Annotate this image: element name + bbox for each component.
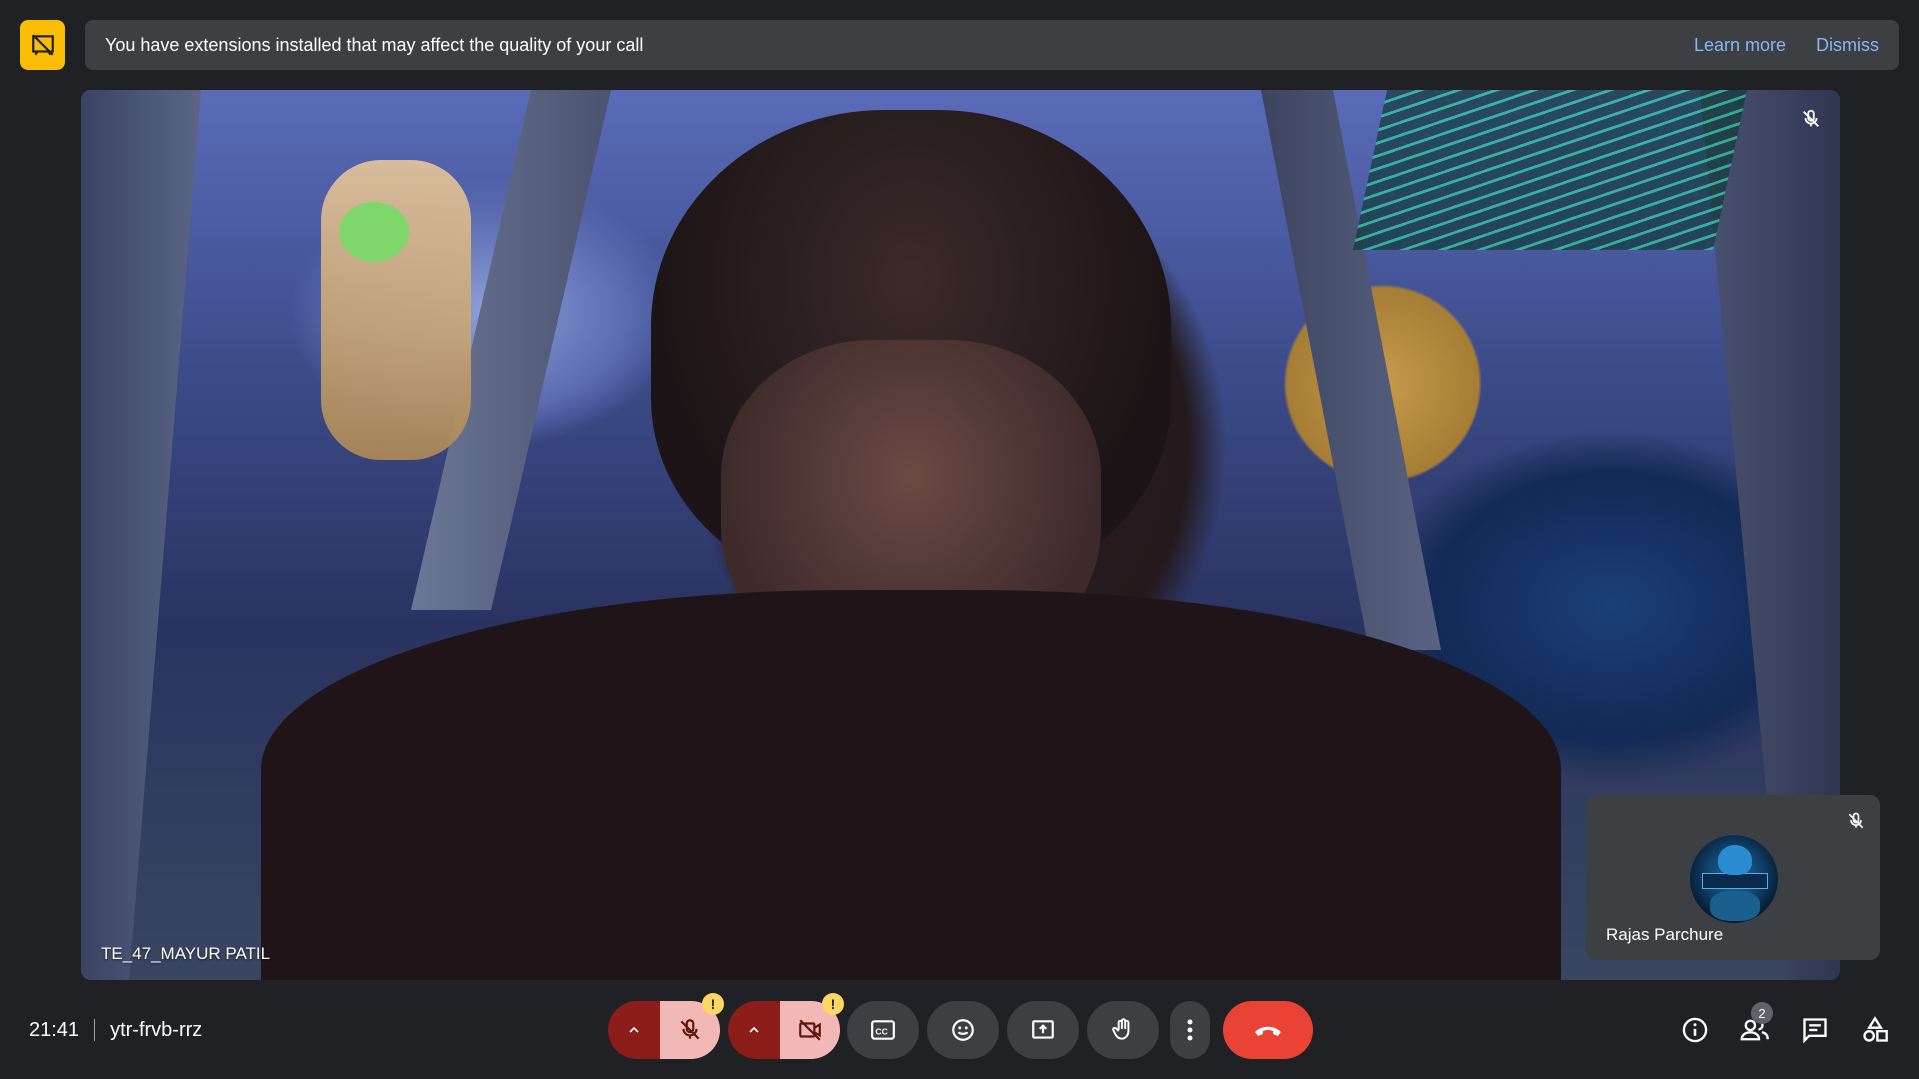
chat-button[interactable] (1795, 1012, 1835, 1048)
ship-wall-left (81, 90, 201, 980)
camera-warning-badge: ! (822, 993, 844, 1015)
end-call-icon (1255, 1026, 1281, 1036)
avatar-figure (1718, 845, 1752, 875)
astronaut-character (321, 160, 471, 460)
avatar-figure-body (1710, 891, 1760, 921)
audio-settings-button[interactable] (608, 1001, 660, 1059)
more-options-button[interactable] (1170, 1001, 1210, 1059)
captions-button[interactable]: CC (847, 1001, 919, 1059)
participant-body (261, 590, 1561, 980)
show-everyone-button[interactable]: 2 (1735, 1002, 1775, 1048)
raise-hand-button[interactable] (1087, 1001, 1159, 1059)
activities-button[interactable] (1855, 1012, 1895, 1048)
camera-toggle-button[interactable]: ! (780, 993, 844, 1059)
leave-call-button[interactable] (1223, 1001, 1313, 1059)
dismiss-button[interactable]: Dismiss (1816, 35, 1879, 56)
present-now-button[interactable] (1007, 1001, 1079, 1059)
mic-off-icon (1846, 811, 1866, 836)
send-reaction-button[interactable] (927, 1001, 999, 1059)
self-participant-name: Rajas Parchure (1606, 925, 1724, 944)
chevron-up-icon (749, 1026, 759, 1033)
mic-warning-badge: ! (702, 993, 724, 1015)
avatar (1690, 835, 1778, 923)
banner-message: You have extensions installed that may a… (105, 34, 644, 55)
divider (94, 1019, 96, 1041)
avatar-logo-band (1702, 873, 1768, 889)
present-screen-icon (1032, 1020, 1054, 1039)
extension-warning-icon (20, 20, 65, 70)
meeting-code: ytr-frvb-rrz (110, 1018, 203, 1041)
astronaut-face (339, 202, 409, 262)
current-time: 21:41 (29, 1018, 80, 1041)
participant-count-badge: 2 (1751, 1002, 1773, 1024)
learn-more-link[interactable]: Learn more (1694, 35, 1786, 56)
extension-warning-banner: You have extensions installed that may a… (85, 20, 1899, 70)
participant-name: TE_47_MAYUR PATIL (101, 944, 271, 963)
info-icon (1682, 1017, 1708, 1043)
chevron-up-icon (629, 1026, 639, 1033)
activities-icon (1863, 1016, 1888, 1042)
chat-icon (1803, 1018, 1827, 1044)
main-video-tile[interactable]: TE_47_MAYUR PATIL (81, 90, 1840, 980)
raise-hand-icon (1112, 1018, 1130, 1040)
mic-off-icon (680, 1019, 700, 1040)
ship-screen-panel (1352, 90, 1748, 250)
camera-off-icon (799, 1019, 821, 1041)
microphone-toggle-button[interactable]: ! (660, 993, 724, 1059)
mic-off-icon (1800, 108, 1822, 135)
more-vert-icon (1187, 1019, 1193, 1041)
video-settings-button[interactable] (728, 1001, 780, 1059)
self-video-tile[interactable]: Rajas Parchure (1586, 795, 1880, 960)
captions-icon: CC (871, 1020, 895, 1040)
svg-text:CC: CC (875, 1026, 888, 1036)
meeting-details: 21:41 ytr-frvb-rrz (29, 1017, 202, 1043)
meeting-details-button[interactable] (1675, 1012, 1715, 1048)
emoji-icon (952, 1019, 974, 1041)
